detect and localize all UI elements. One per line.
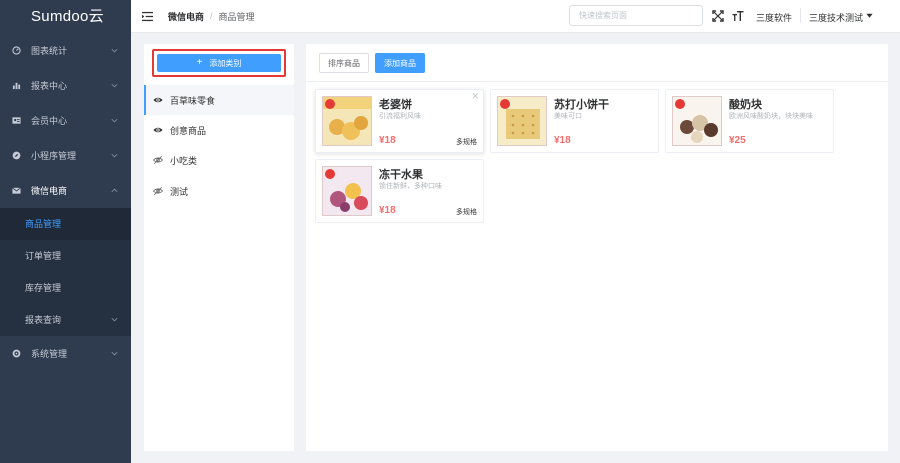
category-label: 百草味零食	[170, 95, 216, 106]
sidebar-item-members[interactable]: 会员中心	[0, 103, 131, 138]
quick-search-input[interactable]: 快速搜索页面	[569, 5, 703, 26]
caret-down-icon[interactable]	[865, 11, 874, 20]
chevron-down-icon	[111, 48, 118, 53]
eye-off-icon[interactable]	[153, 155, 163, 165]
breadcrumb-separator: /	[210, 11, 213, 21]
product-desc: 欧洲风味酸奶块，块块美味	[729, 113, 813, 120]
gauge-icon	[12, 46, 21, 55]
sidebar-item-label: 会员中心	[31, 116, 68, 126]
sidebar-item-label: 系统管理	[31, 349, 68, 359]
eye-icon[interactable]	[153, 125, 163, 135]
chevron-down-icon	[111, 153, 118, 158]
sidebar-item-label: 微信电商	[31, 186, 68, 196]
eye-off-icon[interactable]	[153, 186, 163, 196]
submenu-item-label: 报表查询	[25, 315, 62, 325]
chevron-down-icon	[111, 317, 118, 322]
bar-chart-icon	[12, 81, 21, 90]
category-label: 小吃类	[170, 155, 198, 166]
product-price: ¥18	[379, 135, 396, 146]
sort-products-button[interactable]: 排序商品	[319, 53, 369, 73]
gear-icon	[12, 349, 21, 358]
add-category-highlight: + 添加类别	[152, 49, 286, 77]
submenu-item-product-mgmt[interactable]: 商品管理	[0, 208, 131, 240]
font-size-icon[interactable]	[732, 10, 744, 22]
app-logo: Sumdoo云	[31, 8, 104, 25]
category-item[interactable]: 百草味零食	[144, 85, 294, 115]
compass-icon	[12, 151, 21, 160]
product-toolbar: 排序商品 添加商品	[306, 44, 888, 82]
fullscreen-icon[interactable]	[712, 10, 724, 22]
product-price: ¥25	[729, 135, 746, 146]
product-spec: 多规格	[456, 209, 477, 216]
user-dropdown[interactable]: 三度技术测试	[809, 11, 863, 24]
product-name: 酸奶块	[729, 99, 762, 111]
sidebar-item-label: 报表中心	[31, 81, 68, 91]
product-desc: 美味可口	[554, 113, 582, 120]
category-item[interactable]: 小吃类	[144, 145, 294, 175]
submenu-item-inventory-mgmt[interactable]: 库存管理	[0, 272, 131, 304]
company-name[interactable]: 三度软件	[756, 11, 792, 24]
breadcrumb-current: 商品管理	[218, 11, 255, 22]
close-icon[interactable]: ✕	[471, 91, 479, 102]
product-image	[672, 96, 722, 146]
product-price: ¥18	[379, 205, 396, 216]
plus-icon: +	[196, 57, 203, 68]
product-name: 苏打小饼干	[554, 99, 609, 111]
product-image	[497, 96, 547, 146]
sidebar-item-wechat-shop[interactable]: 微信电商	[0, 173, 131, 208]
chevron-up-icon	[111, 188, 118, 193]
submenu-item-order-mgmt[interactable]: 订单管理	[0, 240, 131, 272]
product-image	[322, 166, 372, 216]
product-image	[322, 96, 372, 146]
category-panel: + 添加类别 百草味零食 创意商品 小吃类 测试	[144, 44, 294, 451]
category-label: 测试	[170, 186, 189, 197]
sidebar-item-miniprogram[interactable]: 小程序管理	[0, 138, 131, 173]
chevron-down-icon	[111, 351, 118, 356]
product-spec: 多规格	[456, 139, 477, 146]
sidebar: Sumdoo云 图表统计 报表中心 会员中心 小程序管理 微信电商 商品管理 订…	[0, 0, 131, 463]
add-product-button[interactable]: 添加商品	[375, 53, 425, 73]
category-label: 创意商品	[170, 125, 207, 136]
product-card[interactable]: 冻干水果 锁住新鲜，多种口味 ¥18 多规格	[315, 159, 484, 223]
product-card[interactable]: 酸奶块 欧洲风味酸奶块，块块美味 ¥25	[665, 89, 834, 153]
eye-icon[interactable]	[153, 95, 163, 105]
sidebar-item-label: 图表统计	[31, 46, 68, 56]
product-name: 老婆饼	[379, 99, 412, 111]
add-category-label: 添加类别	[209, 58, 242, 68]
chevron-down-icon	[111, 118, 118, 123]
product-card[interactable]: 老婆饼 引流福利风味 ¥18 多规格 ✕	[315, 89, 484, 153]
sidebar-item-reports[interactable]: 报表中心	[0, 68, 131, 103]
breadcrumb: 微信电商 / 商品管理	[168, 10, 255, 23]
add-category-button[interactable]: + 添加类别	[157, 54, 281, 72]
product-name: 冻干水果	[379, 169, 423, 181]
menu-fold-icon[interactable]	[142, 11, 153, 22]
mail-icon	[12, 186, 21, 195]
breadcrumb-root[interactable]: 微信电商	[168, 10, 204, 23]
top-header: 微信电商 / 商品管理 快速搜索页面 三度软件 三度技术测试	[131, 0, 900, 33]
chevron-down-icon	[111, 83, 118, 88]
category-item[interactable]: 测试	[144, 176, 294, 206]
sidebar-item-system[interactable]: 系统管理	[0, 336, 131, 371]
product-price: ¥18	[554, 135, 571, 146]
product-desc: 锁住新鲜，多种口味	[379, 183, 442, 190]
header-divider	[800, 8, 801, 23]
product-card[interactable]: 苏打小饼干 美味可口 ¥18	[490, 89, 659, 153]
product-desc: 引流福利风味	[379, 113, 421, 120]
sidebar-item-charts[interactable]: 图表统计	[0, 33, 131, 68]
submenu-wechat-shop: 商品管理 订单管理 库存管理 报表查询	[0, 208, 131, 336]
category-item[interactable]: 创意商品	[144, 115, 294, 145]
sidebar-item-label: 小程序管理	[31, 151, 77, 161]
id-card-icon	[12, 116, 21, 125]
product-panel: 排序商品 添加商品 老婆饼 引流福利风味 ¥18 多规格 ✕ 苏打小饼干 美味可…	[306, 44, 888, 451]
submenu-item-report-query[interactable]: 报表查询	[0, 304, 131, 336]
